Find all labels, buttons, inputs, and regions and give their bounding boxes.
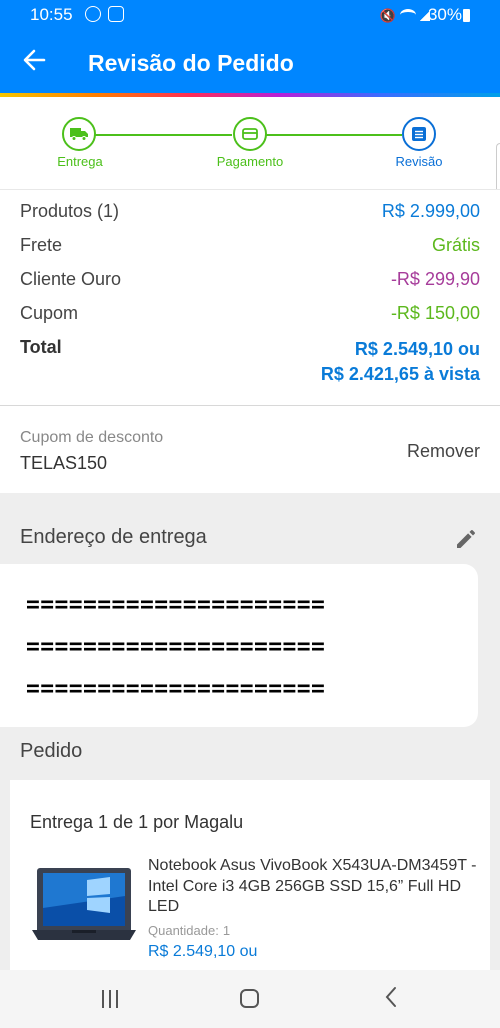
address-line: =====================	[26, 592, 326, 618]
summary-value: -R$ 299,90	[390, 269, 480, 289]
pencil-icon[interactable]	[454, 527, 478, 551]
step-connector	[92, 134, 232, 136]
back-icon[interactable]	[384, 986, 398, 1011]
summary-row-frete: Frete Grátis	[20, 235, 480, 265]
recent-apps-icon[interactable]	[100, 990, 120, 1008]
truck-icon	[70, 128, 88, 141]
total-value: R$ 2.549,10 ou R$ 2.421,65 à vista	[321, 337, 480, 387]
summary-label: Frete	[20, 235, 63, 255]
total-value-cash: R$ 2.421,65 à vista	[320, 364, 480, 384]
quantity-value: 1	[222, 923, 231, 938]
step-pagamento[interactable]	[233, 117, 267, 151]
step-label-entrega: Entrega	[57, 154, 103, 169]
app-bar: Revisão do Pedido	[0, 30, 500, 94]
step-connector	[266, 134, 402, 136]
order-summary: Produtos (1) R$ 2.999,00 Frete Grátis Cl…	[0, 189, 500, 405]
total-value-installments: R$ 2.549,10 ou	[354, 339, 480, 359]
summary-value: R$ 2.999,00	[381, 201, 480, 221]
product-price: R$ 2.549,10 ou	[148, 943, 258, 960]
summary-row-cliente-ouro: Cliente Ouro -R$ 299,90	[20, 269, 480, 299]
total-label: Total	[20, 337, 62, 357]
checkout-stepper: Entrega Pagamento Revisão	[0, 97, 500, 189]
summary-value: Grátis	[431, 235, 480, 255]
summary-row-produtos: Produtos (1) R$ 2.999,00	[20, 201, 480, 231]
order-card: Entrega 1 de 1 por Magalu Notebook Asus …	[10, 780, 490, 970]
home-icon[interactable]	[240, 989, 259, 1008]
quantity-label: Quantidade:	[148, 923, 219, 938]
coupon-code: TELAS150	[20, 453, 108, 473]
step-label-pagamento: Pagamento	[216, 154, 284, 169]
summary-label: Cliente Ouro	[20, 269, 122, 289]
samsung-icon	[108, 6, 124, 22]
card-icon	[242, 128, 258, 140]
status-time: 10:55	[30, 5, 73, 24]
system-nav-bar	[0, 970, 500, 1028]
laptop-image[interactable]	[32, 866, 136, 948]
summary-value: -R$ 150,00	[390, 303, 480, 323]
arrow-left-icon[interactable]	[22, 44, 46, 83]
status-bar: 10:55 🔇 30%	[0, 0, 500, 30]
delivery-label: Entrega 1 de 1 por Magalu	[30, 812, 244, 832]
list-icon	[412, 127, 426, 141]
remove-coupon-button[interactable]: Remover	[407, 441, 480, 462]
mute-icon: 🔇	[379, 8, 396, 23]
summary-label: Produtos (1)	[20, 201, 120, 221]
coupon-label: Cupom de desconto	[20, 429, 164, 446]
wifi-icon	[400, 9, 416, 21]
coupon-section: Cupom de desconto TELAS150 Remover	[0, 405, 500, 493]
address-card[interactable]: ===================== ==================…	[0, 564, 478, 727]
whatsapp-icon	[85, 6, 101, 22]
summary-label: Cupom	[20, 303, 79, 323]
address-line: =====================	[26, 634, 326, 660]
product-name[interactable]: Notebook Asus VivoBook X543UA-DM3459T - …	[148, 856, 478, 918]
address-line: =====================	[26, 676, 326, 702]
product-quantity: Quantidade: 1	[148, 923, 230, 938]
summary-row-total: Total R$ 2.549,10 ou R$ 2.421,65 à vista	[20, 337, 480, 397]
order-heading: Pedido	[20, 740, 83, 762]
battery-level: 30%	[427, 5, 462, 24]
step-entrega[interactable]	[62, 117, 96, 151]
page-title: Revisão do Pedido	[88, 50, 294, 76]
summary-row-cupom: Cupom -R$ 150,00	[20, 303, 480, 333]
address-heading: Endereço de entrega	[20, 526, 207, 548]
battery-icon	[463, 9, 470, 22]
step-revisao[interactable]	[402, 117, 436, 151]
step-label-revisao: Revisão	[395, 154, 443, 169]
